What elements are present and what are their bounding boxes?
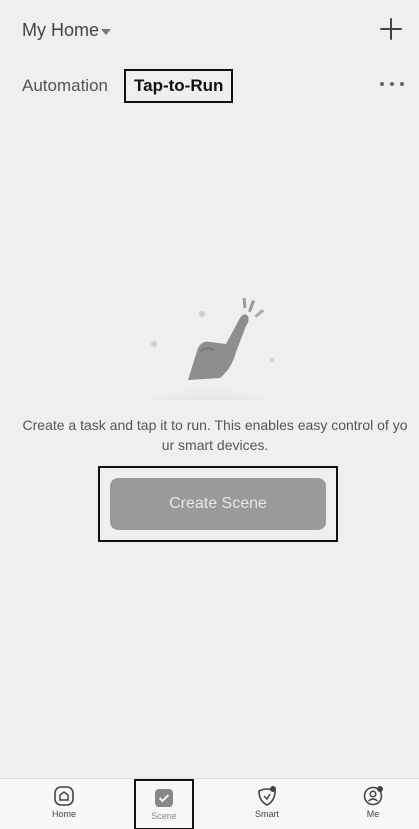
create-scene-button[interactable]: Create Scene (110, 478, 326, 530)
smart-shield-icon (258, 786, 276, 806)
empty-state-message: Create a task and tap it to run. This en… (22, 417, 408, 453)
tap-hand-illustration (140, 288, 280, 434)
home-name: My Home (22, 20, 100, 40)
nav-home-label: Home (51, 809, 76, 819)
tab-tap-to-run[interactable]: Tap-to-Run (124, 69, 234, 103)
more-icon[interactable] (380, 74, 404, 94)
tab-automation[interactable]: Automation (22, 69, 108, 103)
scene-tabs: Automation Tap-to-Run (22, 68, 234, 104)
nav-scene[interactable]: Scene (134, 779, 194, 829)
bottom-nav: Home Scene Smart Me (0, 778, 419, 829)
nav-me[interactable]: Me (343, 779, 403, 829)
nav-smart-label: Smart (254, 809, 279, 819)
nav-me-label: Me (366, 809, 380, 819)
scene-screen: My Home Automation Tap-to-Run Create a t… (0, 0, 419, 829)
caret-down-icon (101, 28, 112, 35)
home-selector[interactable]: My Home (22, 20, 112, 41)
scene-checkbox-icon (155, 789, 173, 807)
header: My Home Automation Tap-to-Run (0, 0, 419, 110)
add-icon[interactable] (378, 16, 404, 42)
nav-smart[interactable]: Smart (237, 779, 297, 829)
profile-icon (363, 786, 383, 806)
house-icon (54, 786, 74, 806)
nav-home[interactable]: Home (34, 779, 94, 829)
nav-scene-label: Scene (151, 811, 177, 821)
